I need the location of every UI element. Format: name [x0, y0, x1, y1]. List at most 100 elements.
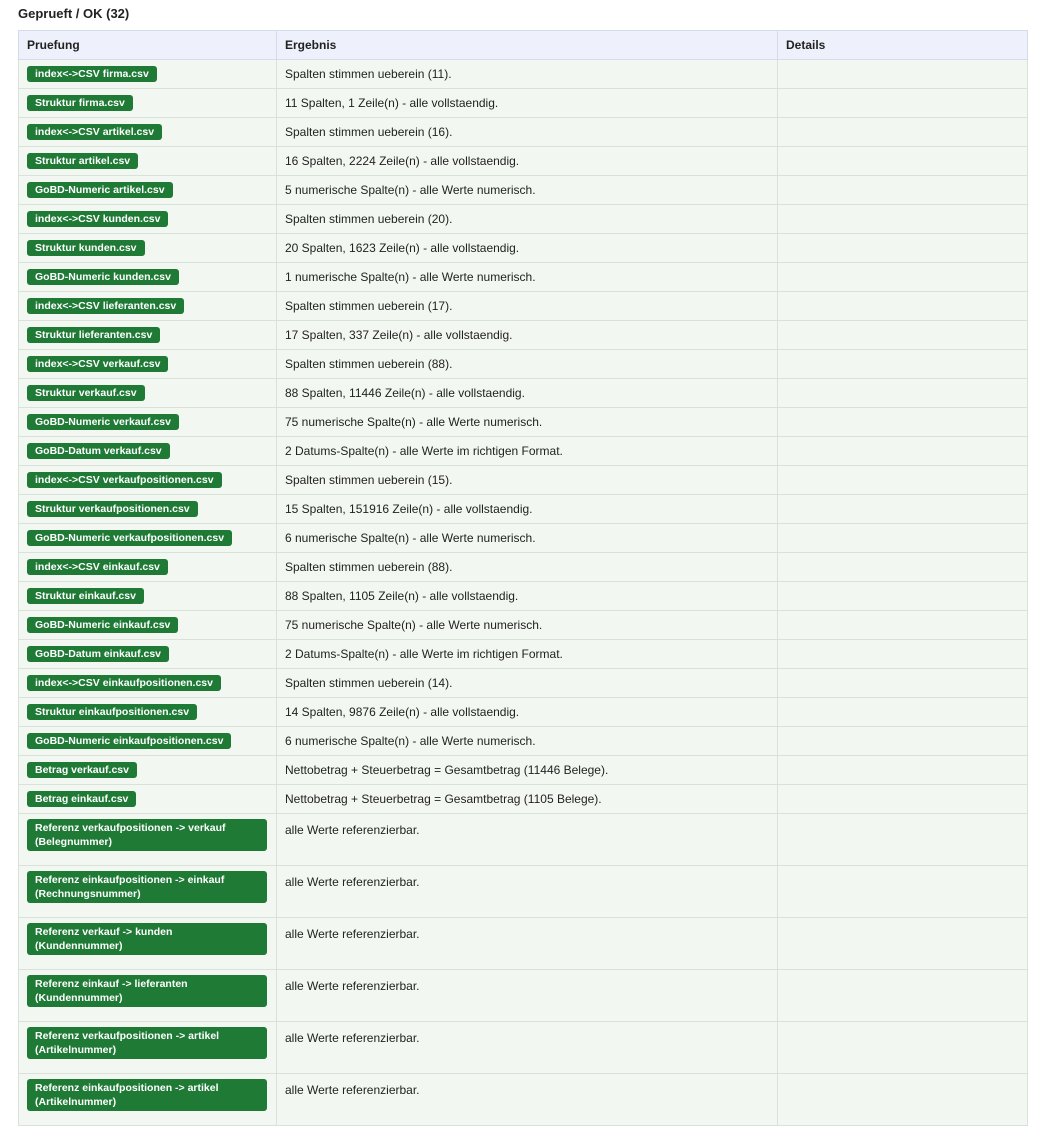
check-badge: Referenz verkaufpositionen -> artikel (A…: [27, 1027, 267, 1059]
details-cell: [777, 969, 1028, 1022]
header-details: Details: [777, 30, 1028, 60]
result-cell: Spalten stimmen ueberein (14).: [276, 668, 778, 698]
result-text: 88 Spalten, 1105 Zeile(n) - alle vollsta…: [285, 589, 519, 603]
result-text: 88 Spalten, 11446 Zeile(n) - alle vollst…: [285, 386, 525, 400]
check-badge: Struktur kunden.csv: [27, 240, 145, 256]
check-badge: GoBD-Numeric einkauf.csv: [27, 617, 179, 633]
check-cell: GoBD-Numeric verkaufpositionen.csv: [18, 523, 277, 553]
table-row: GoBD-Datum einkauf.csv 2 Datums-Spalte(n)…: [18, 639, 1028, 669]
details-cell: [777, 175, 1028, 205]
check-cell: GoBD-Numeric kunden.csv: [18, 262, 277, 292]
table-row: Referenz einkaufpositionen -> einkauf (R…: [18, 865, 1028, 918]
table-row: Struktur firma.csv 11 Spalten, 1 Zeile(n)…: [18, 88, 1028, 118]
result-cell: 14 Spalten, 9876 Zeile(n) - alle vollsta…: [276, 697, 778, 727]
details-cell: [777, 349, 1028, 379]
table-header: Pruefung Ergebnis Details: [18, 30, 1028, 60]
results-table: Pruefung Ergebnis Details index<->CSV fi…: [18, 30, 1028, 1126]
table-row: GoBD-Numeric verkauf.csv 75 numerische Sp…: [18, 407, 1028, 437]
table-row: index<->CSV artikel.csv Spalten stimmen u…: [18, 117, 1028, 147]
result-cell: 20 Spalten, 1623 Zeile(n) - alle vollsta…: [276, 233, 778, 263]
check-badge: Referenz einkaufpositionen -> einkauf (R…: [27, 871, 267, 903]
details-cell: [777, 552, 1028, 582]
details-cell: [777, 436, 1028, 466]
result-cell: 88 Spalten, 11446 Zeile(n) - alle vollst…: [276, 378, 778, 408]
details-cell: [777, 494, 1028, 524]
details-cell: [777, 291, 1028, 321]
check-badge: Struktur verkauf.csv: [27, 385, 145, 401]
table-row: index<->CSV firma.csv Spalten stimmen ueb…: [18, 59, 1028, 89]
result-text: 6 numerische Spalte(n) - alle Werte nume…: [285, 734, 536, 748]
check-badge: Struktur artikel.csv: [27, 153, 139, 169]
details-cell: [777, 697, 1028, 727]
result-text: 6 numerische Spalte(n) - alle Werte nume…: [285, 531, 536, 545]
check-cell: GoBD-Datum einkauf.csv: [18, 639, 277, 669]
table-row: index<->CSV einkaufpositionen.csv Spalten…: [18, 668, 1028, 698]
result-text: 17 Spalten, 337 Zeile(n) - alle vollstae…: [285, 328, 513, 342]
result-cell: Spalten stimmen ueberein (16).: [276, 117, 778, 147]
details-cell: [777, 639, 1028, 669]
result-text: alle Werte referenzierbar.: [285, 1083, 420, 1097]
check-cell: index<->CSV firma.csv: [18, 59, 277, 89]
details-cell: [777, 465, 1028, 495]
table-row: Struktur einkauf.csv 88 Spalten, 1105 Zei…: [18, 581, 1028, 611]
table-row: index<->CSV verkauf.csv Spalten stimmen u…: [18, 349, 1028, 379]
result-cell: 75 numerische Spalte(n) - alle Werte num…: [276, 407, 778, 437]
details-cell: [777, 610, 1028, 640]
result-cell: Nettobetrag + Steuerbetrag = Gesamtbetra…: [276, 784, 778, 814]
check-cell: Struktur firma.csv: [18, 88, 277, 118]
check-cell: index<->CSV verkauf.csv: [18, 349, 277, 379]
result-text: 15 Spalten, 151916 Zeile(n) - alle volls…: [285, 502, 533, 516]
check-badge: Referenz verkaufpositionen -> verkauf (B…: [27, 819, 267, 851]
check-cell: Referenz verkaufpositionen -> verkauf (B…: [18, 813, 277, 866]
result-cell: 15 Spalten, 151916 Zeile(n) - alle volls…: [276, 494, 778, 524]
table-row: index<->CSV kunden.csv Spalten stimmen ue…: [18, 204, 1028, 234]
result-cell: 17 Spalten, 337 Zeile(n) - alle vollstae…: [276, 320, 778, 350]
check-cell: Struktur einkauf.csv: [18, 581, 277, 611]
details-cell: [777, 233, 1028, 263]
table-body: index<->CSV firma.csv Spalten stimmen ueb…: [18, 59, 1028, 1126]
table-row: Referenz einkaufpositionen -> artikel (A…: [18, 1073, 1028, 1126]
check-badge: Struktur lieferanten.csv: [27, 327, 161, 343]
details-cell: [777, 523, 1028, 553]
check-badge: GoBD-Datum verkauf.csv: [27, 443, 170, 459]
result-text: 2 Datums-Spalte(n) - alle Werte im richt…: [285, 444, 563, 458]
details-cell: [777, 917, 1028, 970]
result-cell: Spalten stimmen ueberein (11).: [276, 59, 778, 89]
details-cell: [777, 813, 1028, 866]
check-badge: index<->CSV lieferanten.csv: [27, 298, 185, 314]
check-cell: Struktur verkauf.csv: [18, 378, 277, 408]
result-text: 2 Datums-Spalte(n) - alle Werte im richt…: [285, 647, 563, 661]
check-cell: Struktur verkaufpositionen.csv: [18, 494, 277, 524]
result-text: Spalten stimmen ueberein (20).: [285, 212, 453, 226]
check-cell: Struktur einkaufpositionen.csv: [18, 697, 277, 727]
check-badge: index<->CSV firma.csv: [27, 66, 157, 82]
table-row: Struktur lieferanten.csv 17 Spalten, 337 …: [18, 320, 1028, 350]
report-section: Geprueft / OK (32) Pruefung Ergebnis Det…: [0, 0, 1050, 1126]
result-text: 5 numerische Spalte(n) - alle Werte nume…: [285, 183, 536, 197]
check-cell: Struktur artikel.csv: [18, 146, 277, 176]
check-badge: Struktur verkaufpositionen.csv: [27, 501, 198, 517]
result-cell: 6 numerische Spalte(n) - alle Werte nume…: [276, 523, 778, 553]
result-cell: 2 Datums-Spalte(n) - alle Werte im richt…: [276, 639, 778, 669]
check-badge: index<->CSV kunden.csv: [27, 211, 169, 227]
check-cell: GoBD-Numeric einkaufpositionen.csv: [18, 726, 277, 756]
check-cell: index<->CSV einkaufpositionen.csv: [18, 668, 277, 698]
check-cell: Referenz einkauf -> lieferanten (Kundenn…: [18, 969, 277, 1022]
table-row: Struktur verkauf.csv 88 Spalten, 11446 Ze…: [18, 378, 1028, 408]
check-cell: GoBD-Numeric verkauf.csv: [18, 407, 277, 437]
table-row: Referenz einkauf -> lieferanten (Kundenn…: [18, 969, 1028, 1022]
details-cell: [777, 726, 1028, 756]
table-row: Struktur artikel.csv 16 Spalten, 2224 Zei…: [18, 146, 1028, 176]
check-badge: GoBD-Numeric kunden.csv: [27, 269, 179, 285]
result-cell: alle Werte referenzierbar.: [276, 969, 778, 1022]
result-text: Nettobetrag + Steuerbetrag = Gesamtbetra…: [285, 763, 609, 777]
details-cell: [777, 1021, 1028, 1074]
details-cell: [777, 320, 1028, 350]
header-check: Pruefung: [18, 30, 277, 60]
result-text: alle Werte referenzierbar.: [285, 1031, 420, 1045]
check-badge: Struktur einkauf.csv: [27, 588, 144, 604]
table-row: Struktur verkaufpositionen.csv 15 Spalten…: [18, 494, 1028, 524]
result-cell: alle Werte referenzierbar.: [276, 1021, 778, 1074]
details-cell: [777, 668, 1028, 698]
result-cell: alle Werte referenzierbar.: [276, 1073, 778, 1126]
